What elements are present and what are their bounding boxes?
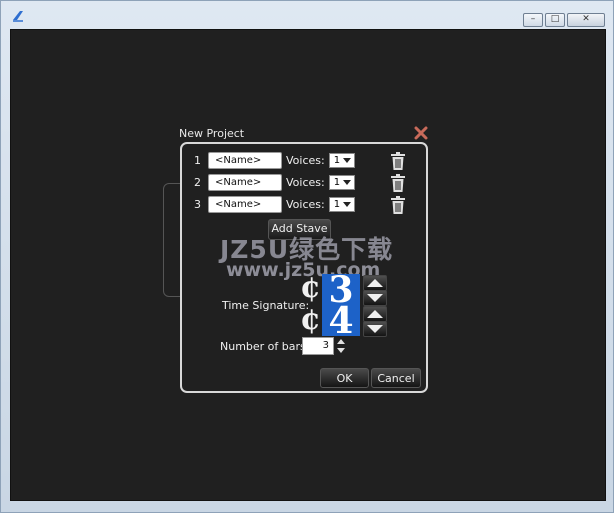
voices-label: Voices: (286, 154, 325, 167)
cut-time-symbol[interactable]: ¢ (300, 273, 321, 303)
number-of-bars-label: Number of bars: (220, 340, 310, 353)
time-signature-label: Time Signature: (222, 299, 310, 312)
stave-name-input[interactable]: <Name> (208, 196, 282, 213)
voices-select[interactable]: 1 (328, 197, 355, 212)
dialog-title: New Project (179, 127, 245, 140)
time-signature-denominator: 4 (328, 300, 354, 342)
number-of-bars-input[interactable]: 3 (302, 337, 334, 355)
stave-row: 2 <Name> Voices: 1 (194, 173, 355, 192)
trash-icon[interactable] (389, 195, 407, 215)
minimize-button[interactable]: – (523, 13, 543, 27)
dialog-close-icon[interactable] (413, 125, 429, 141)
trash-icon[interactable] (389, 173, 407, 193)
cancel-button[interactable]: Cancel (371, 368, 421, 388)
voices-value: 1 (333, 155, 341, 166)
title-bar[interactable]: – □ ✕ (1, 1, 613, 29)
stave-row: 3 <Name> Voices: 1 (194, 195, 355, 214)
stave-number: 1 (194, 154, 201, 167)
voices-select[interactable]: 1 (328, 153, 355, 168)
voices-label: Voices: (286, 176, 325, 189)
ok-button[interactable]: OK (320, 368, 369, 388)
denominator-down-icon[interactable] (363, 321, 387, 337)
stave-number: 2 (194, 176, 201, 189)
bars-spinner-icon[interactable] (335, 337, 347, 355)
chevron-down-icon (342, 158, 351, 163)
maximize-button[interactable]: □ (545, 13, 565, 27)
numerator-down-icon[interactable] (363, 290, 387, 306)
trash-icon[interactable] (389, 151, 407, 171)
voices-value: 1 (333, 199, 341, 210)
stave-name-input[interactable]: <Name> (208, 152, 282, 169)
voices-value: 1 (333, 177, 341, 188)
stave-number: 3 (194, 198, 201, 211)
close-window-button[interactable]: ✕ (567, 13, 605, 27)
numerator-up-icon[interactable] (363, 275, 387, 291)
chevron-down-icon (342, 202, 351, 207)
cut-time-symbol[interactable]: ¢ (300, 305, 321, 335)
stave-row: 1 <Name> Voices: 1 (194, 151, 355, 170)
stave-name-input[interactable]: <Name> (208, 174, 282, 191)
denominator-up-icon[interactable] (363, 306, 387, 322)
voices-label: Voices: (286, 198, 325, 211)
chevron-down-icon (342, 180, 351, 185)
voices-select[interactable]: 1 (328, 175, 355, 190)
app-logo-icon (13, 11, 23, 22)
